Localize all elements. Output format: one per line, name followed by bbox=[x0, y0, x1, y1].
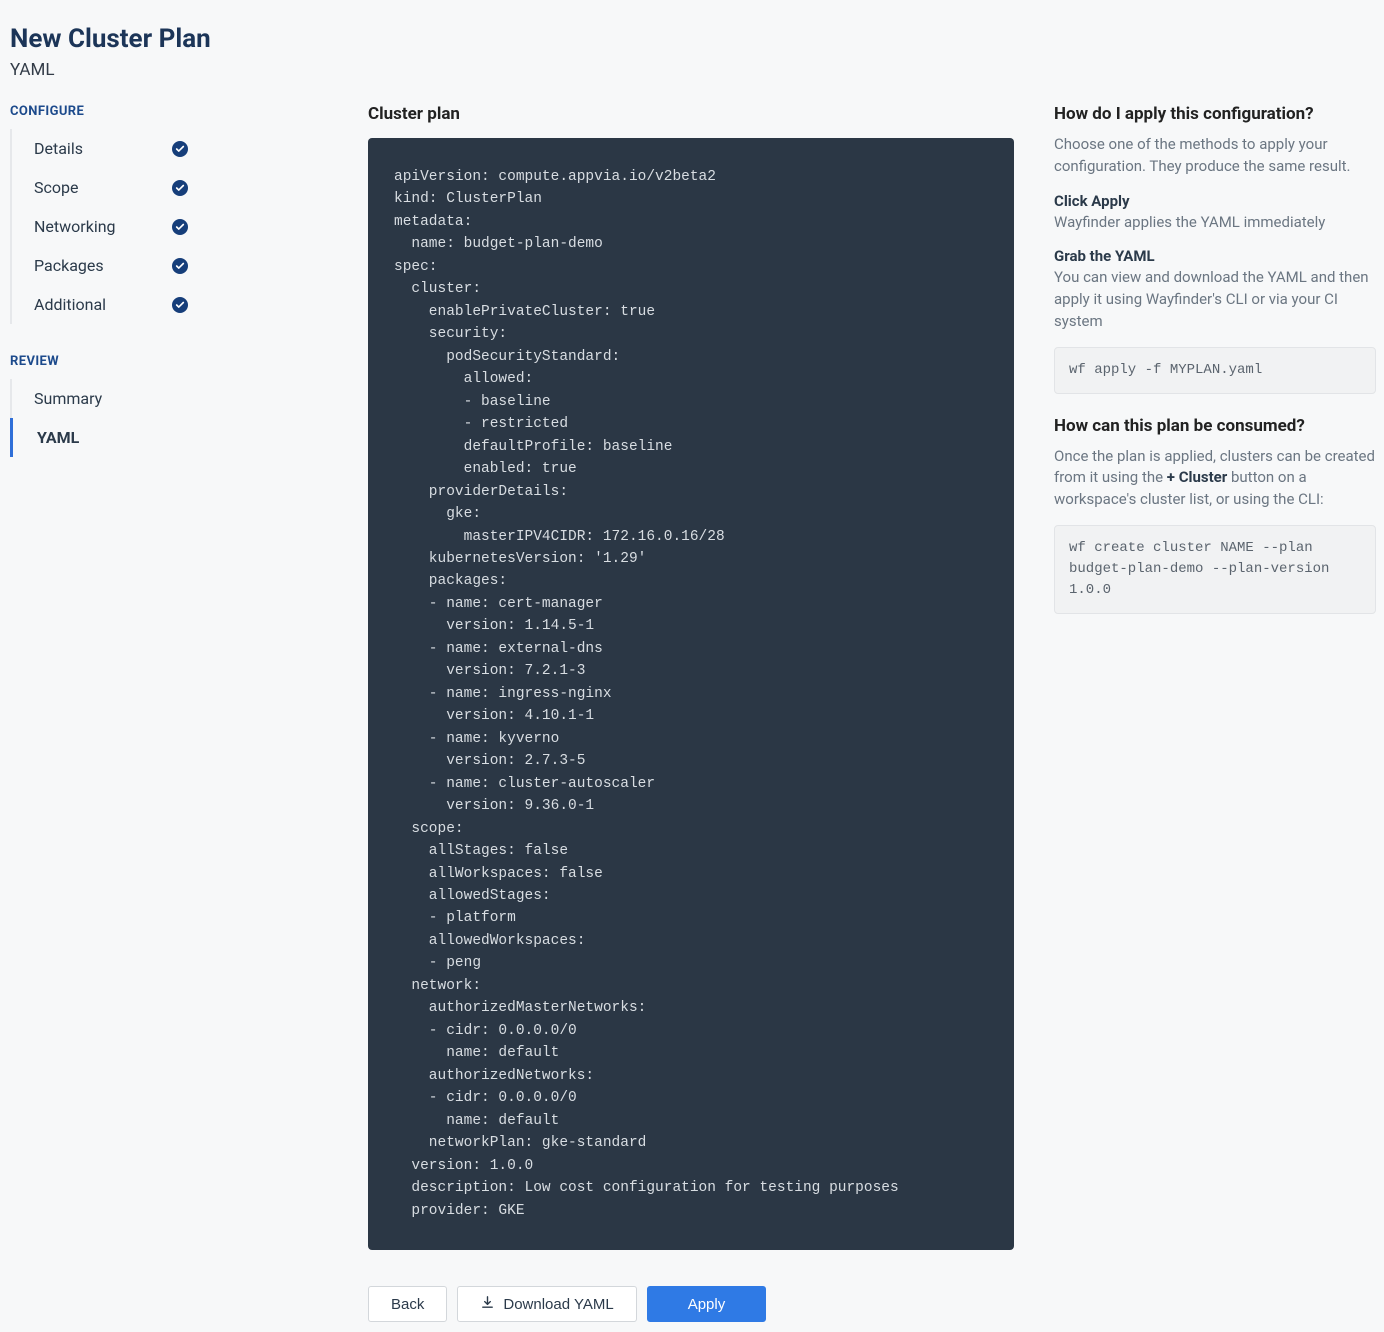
sidebar-item-label: Additional bbox=[34, 295, 106, 314]
sidebar-item-label: Networking bbox=[34, 217, 116, 236]
help-q2-title: How can this plan be consumed? bbox=[1054, 416, 1376, 436]
sidebar-item-label: Details bbox=[34, 139, 83, 158]
check-icon bbox=[172, 219, 188, 235]
help-panel: How do I apply this configuration? Choos… bbox=[1054, 104, 1376, 636]
check-icon bbox=[172, 297, 188, 313]
sidebar-item-label: Packages bbox=[34, 256, 104, 275]
button-label: Back bbox=[391, 1296, 424, 1313]
cluster-button-ref: + Cluster bbox=[1167, 468, 1227, 486]
sidebar-item-details[interactable]: Details bbox=[10, 129, 188, 168]
review-nav: Summary YAML bbox=[10, 379, 188, 457]
grab-yaml-heading: Grab the YAML bbox=[1054, 247, 1376, 265]
grab-yaml-text: You can view and download the YAML and t… bbox=[1054, 267, 1376, 332]
configure-section-label: CONFIGURE bbox=[10, 104, 368, 119]
cli-create-command[interactable]: wf create cluster NAME --plan budget-pla… bbox=[1054, 525, 1376, 614]
help-q2-text: Once the plan is applied, clusters can b… bbox=[1054, 446, 1376, 511]
page-subtitle: YAML bbox=[10, 60, 1384, 80]
configure-nav: Details Scope Networking Packages Additi… bbox=[10, 129, 188, 324]
help-q1-text: Choose one of the methods to apply your … bbox=[1054, 134, 1376, 178]
action-buttons: Back Download YAML Apply bbox=[368, 1286, 1014, 1322]
help-q1-title: How do I apply this configuration? bbox=[1054, 104, 1376, 124]
sidebar-item-summary[interactable]: Summary bbox=[10, 379, 188, 418]
sidebar-item-label: YAML bbox=[37, 428, 79, 447]
sidebar-item-packages[interactable]: Packages bbox=[10, 246, 188, 285]
sidebar-item-additional[interactable]: Additional bbox=[10, 285, 188, 324]
sidebar-item-yaml[interactable]: YAML bbox=[10, 418, 188, 457]
sidebar-item-label: Summary bbox=[34, 389, 102, 408]
cli-apply-command[interactable]: wf apply -f MYPLAN.yaml bbox=[1054, 347, 1376, 394]
download-yaml-button[interactable]: Download YAML bbox=[457, 1286, 636, 1322]
review-section-label: REVIEW bbox=[10, 354, 368, 369]
check-icon bbox=[172, 141, 188, 157]
sidebar-item-label: Scope bbox=[34, 178, 78, 197]
sidebar-item-networking[interactable]: Networking bbox=[10, 207, 188, 246]
main-content: Cluster plan apiVersion: compute.appvia.… bbox=[368, 104, 1014, 1322]
button-label: Download YAML bbox=[503, 1296, 613, 1313]
click-apply-text: Wayfinder applies the YAML immediately bbox=[1054, 212, 1376, 234]
button-label: Apply bbox=[688, 1296, 726, 1313]
apply-button[interactable]: Apply bbox=[647, 1286, 767, 1322]
sidebar-item-scope[interactable]: Scope bbox=[10, 168, 188, 207]
yaml-code-block[interactable]: apiVersion: compute.appvia.io/v2beta2 ki… bbox=[368, 138, 1014, 1250]
sidebar: CONFIGURE Details Scope Networking Packa… bbox=[10, 104, 368, 487]
back-button[interactable]: Back bbox=[368, 1286, 447, 1322]
page-title: New Cluster Plan bbox=[10, 24, 1384, 54]
check-icon bbox=[172, 258, 188, 274]
download-icon bbox=[480, 1295, 495, 1314]
click-apply-heading: Click Apply bbox=[1054, 192, 1376, 210]
cluster-plan-heading: Cluster plan bbox=[368, 104, 1014, 124]
check-icon bbox=[172, 180, 188, 196]
page-header: New Cluster Plan YAML bbox=[10, 10, 1384, 104]
